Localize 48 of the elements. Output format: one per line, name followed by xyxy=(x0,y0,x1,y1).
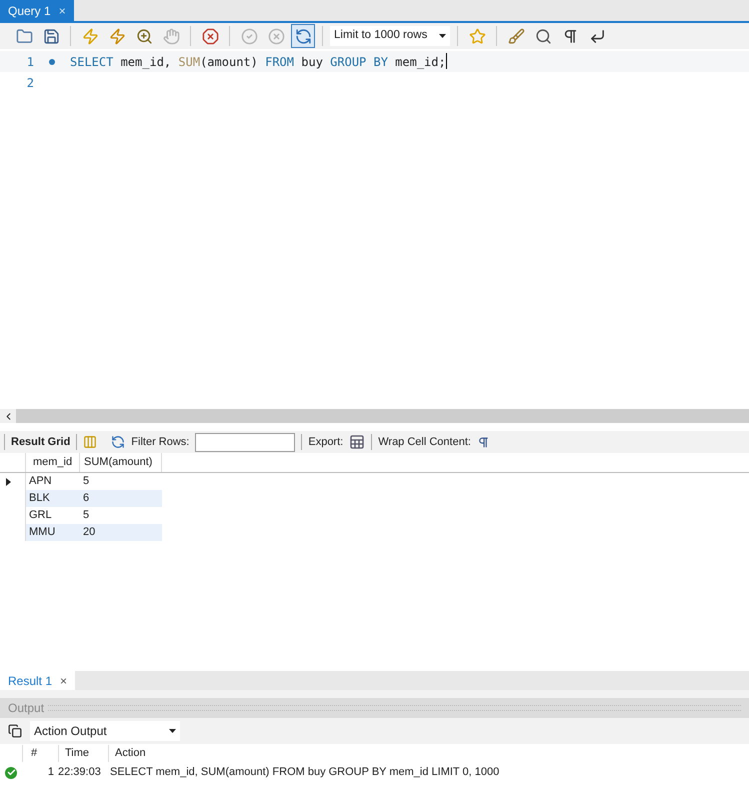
result-grid-tab[interactable]: Result Grid xyxy=(11,434,70,450)
filter-label: Filter Rows: xyxy=(131,434,190,450)
row-number: 1 xyxy=(48,765,54,780)
output-title: Output xyxy=(8,700,44,717)
close-icon[interactable]: × xyxy=(60,672,68,690)
text-cursor xyxy=(446,52,447,68)
close-icon[interactable]: × xyxy=(58,2,66,20)
table-cell: BLK xyxy=(26,490,80,507)
current-row-indicator-icon xyxy=(6,478,11,486)
column-header[interactable]: Action xyxy=(108,745,146,762)
column-header[interactable]: Time xyxy=(58,745,108,762)
output-type-dropdown[interactable]: Action Output xyxy=(30,721,180,741)
table-cell-text: 5 xyxy=(82,508,90,524)
refresh-icon xyxy=(111,435,126,449)
line-number: 1 xyxy=(26,54,34,70)
table-cell: 6 xyxy=(80,490,162,507)
wrap-label: Wrap Cell Content: xyxy=(378,434,471,450)
table-cell: MMU xyxy=(26,524,80,541)
action-text: SELECT mem_id, SUM(amount) FROM buy GROUP BY mem_id LIMIT 0, 1000 xyxy=(110,765,500,780)
export-icon xyxy=(349,434,366,450)
brush-icon xyxy=(508,28,524,44)
star-add-icon xyxy=(468,28,486,44)
table-cell-text: GRL xyxy=(28,508,53,524)
search-icon xyxy=(534,28,552,44)
caret-icon xyxy=(439,34,446,38)
result-tab[interactable]: Result 1 × xyxy=(0,671,76,690)
action-time: 22:39:03 xyxy=(58,765,102,780)
column-header[interactable]: SUM(amount) xyxy=(80,453,162,472)
export-label: Export: xyxy=(308,434,344,450)
limit-dropdown[interactable]: Limit to 1000 rows xyxy=(330,26,450,46)
code-line: SELECT mem_id, SUM(amount) FROM buy GROUP BY mem_id; xyxy=(70,52,447,70)
columns-icon xyxy=(83,435,98,449)
table-cell: 20 xyxy=(80,524,162,541)
horizontal-scrollbar[interactable] xyxy=(0,409,749,423)
wrap-icon xyxy=(588,28,606,44)
caret-icon xyxy=(169,729,176,733)
column-header[interactable]: mem_id xyxy=(26,453,80,472)
wrap-cell-icon xyxy=(476,436,490,448)
success-icon xyxy=(5,766,17,778)
filter-input[interactable] xyxy=(195,432,296,452)
column-header[interactable]: # xyxy=(22,745,58,762)
statement-marker-icon xyxy=(49,58,55,64)
copy-icon xyxy=(8,724,22,738)
table-cell-text: APN xyxy=(28,474,53,490)
table-cell-text: 5 xyxy=(82,474,90,490)
refresh-button[interactable] xyxy=(291,24,315,48)
line-number: 2 xyxy=(26,74,34,92)
query-tab[interactable]: Query 1 × xyxy=(0,0,74,21)
